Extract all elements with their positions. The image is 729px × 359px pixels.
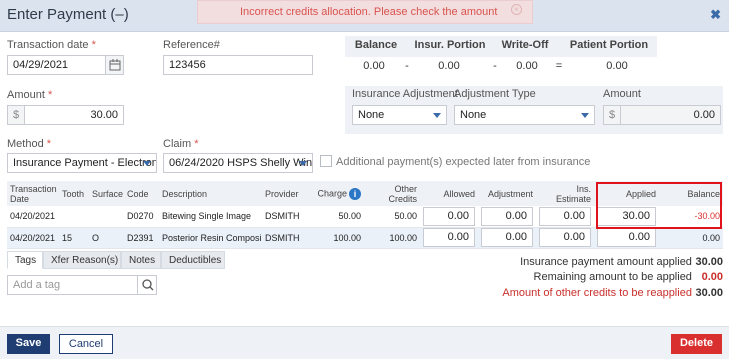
chevron-down-icon: [143, 161, 151, 166]
write-off-header: Write-Off: [501, 39, 549, 51]
error-message: Incorrect credits allocation. Please che…: [240, 6, 498, 18]
patient-portion-header: Patient Portion: [569, 39, 649, 51]
cell-code: D0270: [124, 206, 159, 228]
method-label: Method *: [7, 138, 52, 150]
cell-provider: DSMITH: [262, 227, 306, 249]
amount-label: Amount *: [7, 89, 53, 101]
ins-estimate-input[interactable]: 0.00: [539, 206, 591, 226]
chevron-down-icon: [581, 113, 589, 118]
col-header-allowed: Allowed: [420, 181, 478, 206]
balance-header: Balance: [354, 39, 398, 51]
close-icon[interactable]: ✖: [710, 7, 721, 23]
summary-remaining: Remaining amount to be applied 0.00: [533, 271, 723, 283]
amount-input[interactable]: $ 30.00: [7, 105, 124, 125]
tab-deductibles[interactable]: Deductibles: [161, 251, 225, 269]
claim-label: Claim *: [163, 138, 199, 150]
transaction-date-label: Transaction date *: [7, 39, 96, 51]
cell-provider: DSMITH: [262, 206, 306, 228]
cancel-button[interactable]: Cancel: [59, 334, 113, 354]
cell-surface: O: [89, 227, 124, 249]
col-header-description: Description: [159, 181, 262, 206]
cell-description: Bitewing Single Image: [159, 206, 262, 228]
cell-balance: 0.00: [659, 227, 723, 249]
reference-label: Reference#: [163, 39, 220, 51]
cell-charge: 50.00: [306, 206, 364, 228]
col-header-surface: Surface: [89, 181, 124, 206]
balance-value: 0.00: [363, 60, 385, 72]
cell-surface: [89, 206, 124, 228]
claim-select[interactable]: 06/24/2020 HSPS Shelly Wint: [163, 153, 313, 173]
col-header-provider: Provider: [262, 181, 306, 206]
cell-charge: 100.00: [306, 227, 364, 249]
table-row: 04/20/2021 15 O D2391 Posterior Resin Co…: [7, 227, 723, 249]
calendar-icon[interactable]: [105, 56, 123, 74]
col-header-date: Transaction Date: [7, 181, 59, 206]
cell-date: 04/20/2021: [7, 206, 59, 228]
allowed-input[interactable]: 0.00: [423, 228, 475, 247]
chevron-down-icon: [299, 161, 307, 166]
insurance-adjustment-label: Insurance Adjustment: [352, 88, 458, 100]
reference-input[interactable]: 123456: [163, 55, 313, 75]
cell-other-credits: 100.00: [364, 227, 420, 249]
tab-notes[interactable]: Notes: [121, 251, 161, 269]
delete-button[interactable]: Delete: [671, 334, 722, 354]
method-select[interactable]: Insurance Payment - Electroni: [7, 153, 157, 173]
error-toast: Incorrect credits allocation. Please che…: [197, 0, 533, 24]
currency-symbol: $: [8, 106, 25, 124]
adjustment-amount-value: 0.00: [693, 109, 715, 121]
minus-operator: -: [493, 60, 497, 72]
currency-symbol: $: [604, 106, 621, 124]
additional-payment-checkbox[interactable]: [320, 155, 332, 167]
ins-estimate-input[interactable]: 0.00: [539, 228, 591, 247]
chevron-down-icon: [433, 113, 441, 118]
adjustment-type-label: Adjustment Type: [454, 88, 536, 100]
tag-input[interactable]: Add a tag: [7, 275, 157, 295]
cell-tooth: 15: [59, 227, 89, 249]
col-header-tooth: Tooth: [59, 181, 89, 206]
summary-applied: Insurance payment amount applied 30.00: [520, 256, 723, 268]
col-header-ins-estimate: Ins. Estimate: [536, 181, 594, 206]
toast-close-icon[interactable]: ×: [511, 4, 522, 15]
insur-portion-value: 0.00: [438, 60, 460, 72]
allowed-input[interactable]: 0.00: [423, 206, 475, 226]
col-header-charge: Charge i: [306, 181, 364, 206]
insur-portion-header: Insur. Portion: [414, 39, 486, 51]
adjustment-amount-input[interactable]: $ 0.00: [603, 105, 721, 125]
search-icon[interactable]: [137, 276, 156, 294]
equals-operator: =: [555, 60, 563, 72]
dialog-title: Enter Payment (–): [7, 6, 129, 23]
cell-code: D2391: [124, 227, 159, 249]
col-header-other-credits: Other Credits: [364, 181, 420, 206]
balance-summary: Balance Insur. Portion Write-Off Patient…: [345, 36, 657, 76]
cell-date: 04/20/2021: [7, 227, 59, 249]
cell-description: Posterior Resin Composi...: [159, 227, 262, 249]
minus-operator: -: [405, 60, 409, 72]
insurance-adjustment-select[interactable]: None: [352, 105, 447, 125]
cell-other-credits: 50.00: [364, 206, 420, 228]
applied-balance-highlight: [596, 182, 722, 229]
patient-portion-value: 0.00: [606, 60, 628, 72]
tab-tags[interactable]: Tags: [7, 251, 43, 269]
write-off-value: 0.00: [516, 60, 538, 72]
transaction-date-input[interactable]: 04/29/2021: [7, 55, 124, 75]
summary-other-credits: Amount of other credits to be reapplied …: [502, 287, 723, 299]
save-button[interactable]: Save: [7, 334, 50, 354]
dialog-footer: Save Cancel Delete: [0, 326, 729, 359]
additional-payment-label: Additional payment(s) expected later fro…: [336, 156, 591, 168]
col-header-adjustment: Adjustment: [478, 181, 536, 206]
applied-input[interactable]: 0.00: [597, 228, 656, 247]
adjustment-input[interactable]: 0.00: [481, 206, 533, 226]
adjustment-amount-label: Amount: [603, 88, 641, 100]
adjustment-input[interactable]: 0.00: [481, 228, 533, 247]
adjustment-type-select[interactable]: None: [454, 105, 595, 125]
tab-xfer-reasons[interactable]: Xfer Reason(s): [43, 251, 121, 269]
cell-tooth: [59, 206, 89, 228]
info-icon[interactable]: i: [349, 187, 361, 200]
col-header-code: Code: [124, 181, 159, 206]
amount-value: 30.00: [90, 109, 118, 121]
